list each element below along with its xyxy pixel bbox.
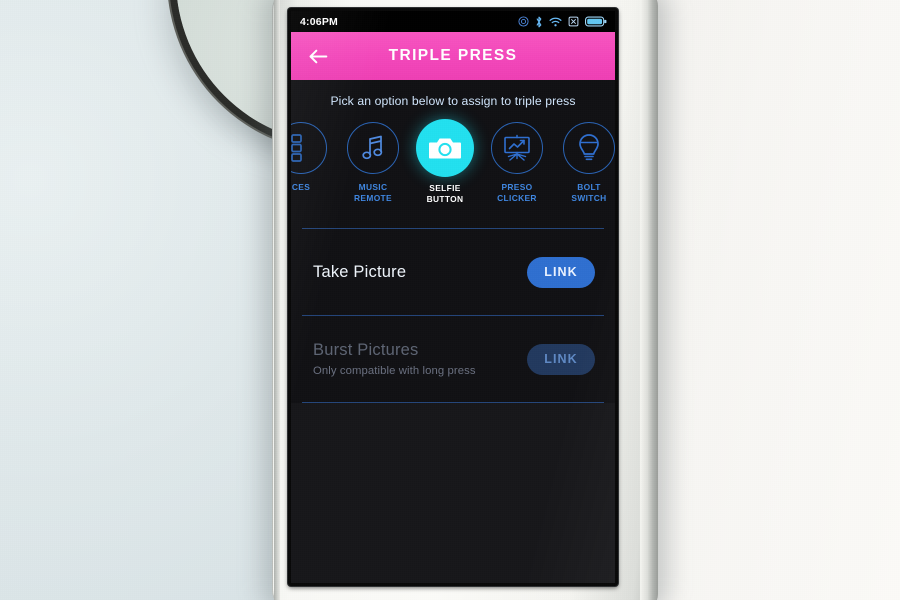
- presentation-chart-icon: [504, 134, 530, 161]
- status-bar-clock: 4:06PM: [300, 15, 338, 28]
- option-texts: Burst Pictures Only compatible with long…: [313, 341, 476, 377]
- desk-surface-right: [630, 0, 900, 600]
- carousel-item-selfie-button[interactable]: SELFIE BUTTON: [409, 119, 481, 204]
- arrow-left-icon: [309, 49, 328, 63]
- phone-screen: 4:06PM TRIPLE PRESS Pick an option below…: [291, 11, 615, 583]
- devices-icon-circle: [291, 122, 327, 174]
- instruction-text: Pick an option below to assign to triple…: [330, 94, 576, 108]
- carousel-item-bolt-switch[interactable]: BOLT SWITCH: [553, 122, 615, 203]
- status-bar-icons: [518, 16, 607, 28]
- bolt-switch-icon-circle: [563, 122, 615, 174]
- phone-right-edge: [640, 0, 658, 600]
- option-row-take-picture[interactable]: Take Picture LINK: [291, 229, 615, 315]
- lightbulb-icon: [579, 134, 599, 161]
- empty-content-area: [291, 403, 615, 583]
- screenshot-scene: 4:06PM TRIPLE PRESS Pick an option below…: [0, 0, 900, 600]
- option-subtitle-burst-pictures: Only compatible with long press: [313, 365, 476, 377]
- page-title: TRIPLE PRESS: [388, 47, 518, 64]
- music-note-icon: [362, 135, 383, 160]
- phone-left-edge: [274, 0, 280, 600]
- carousel-label-bolt-switch: BOLT SWITCH: [571, 182, 607, 203]
- preso-clicker-icon-circle: [491, 122, 543, 174]
- carousel-label-music-remote: MUSIC REMOTE: [354, 182, 392, 203]
- devices-icon: [291, 134, 302, 162]
- app-bar: TRIPLE PRESS: [291, 32, 615, 80]
- option-row-burst-pictures[interactable]: Burst Pictures Only compatible with long…: [291, 316, 615, 402]
- selfie-button-icon-circle: [416, 119, 474, 177]
- option-title-take-picture: Take Picture: [313, 262, 407, 281]
- option-texts: Take Picture: [313, 263, 406, 282]
- wifi-icon: [549, 17, 562, 26]
- nfc-icon: [518, 16, 529, 27]
- carousel-item-preso-clicker[interactable]: PRESO CLICKER: [481, 122, 553, 203]
- music-remote-icon-circle: [347, 122, 399, 174]
- camera-icon: [429, 138, 461, 159]
- status-bar: 4:06PM: [291, 11, 615, 32]
- action-carousel[interactable]: CES MUSIC REMOTE SELFIE BUTTON PRESO CLI…: [291, 119, 615, 204]
- carousel-item-devices[interactable]: CES: [291, 122, 337, 193]
- back-button[interactable]: [305, 43, 331, 69]
- carousel-item-music-remote[interactable]: MUSIC REMOTE: [337, 122, 409, 203]
- carousel-label-devices: CES: [291, 182, 311, 192]
- carousel-label-preso-clicker: PRESO CLICKER: [497, 182, 537, 203]
- link-button-take-picture[interactable]: LINK: [527, 256, 595, 288]
- bluetooth-icon: [536, 16, 542, 27]
- alarm-off-icon: [568, 16, 579, 27]
- carousel-label-selfie-button: SELFIE BUTTON: [426, 183, 464, 204]
- battery-icon: [585, 16, 607, 27]
- option-title-burst-pictures: Burst Pictures: [313, 341, 419, 359]
- link-button-burst-pictures[interactable]: LINK: [527, 343, 595, 375]
